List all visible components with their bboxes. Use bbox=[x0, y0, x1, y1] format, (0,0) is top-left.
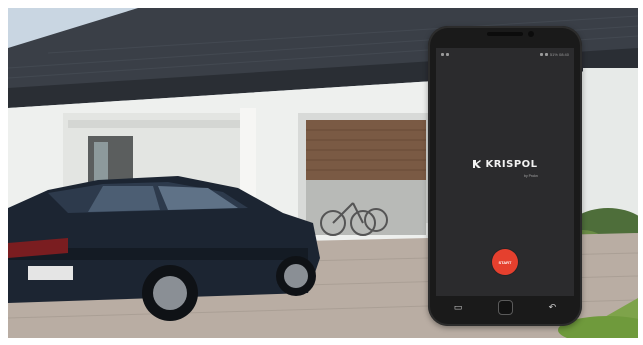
status-bar-right: 51% 08:40 bbox=[539, 51, 569, 57]
brand-subtitle: by Prokn bbox=[524, 174, 538, 178]
status-time: 51% 08:40 bbox=[549, 51, 569, 57]
front-camera bbox=[528, 31, 534, 37]
battery-icon bbox=[544, 52, 548, 56]
android-nav-bar: ▭ ↶ bbox=[436, 296, 574, 318]
krispol-logo-icon bbox=[473, 160, 482, 168]
notification-icon bbox=[441, 52, 444, 56]
speaker-grille bbox=[487, 32, 523, 36]
start-button[interactable]: START bbox=[492, 249, 518, 275]
recents-icon[interactable]: ▭ bbox=[454, 302, 463, 312]
brand-logo: KRISPOL bbox=[436, 156, 574, 174]
home-button[interactable] bbox=[497, 299, 513, 315]
brand-name: KRISPOL bbox=[485, 158, 538, 170]
status-bar-left bbox=[441, 52, 449, 56]
notification-icon bbox=[446, 52, 449, 56]
app-screen: 51% 08:40 KRISPOL by Prokn START bbox=[436, 48, 574, 296]
signal-icon bbox=[539, 52, 543, 56]
back-icon[interactable]: ↶ bbox=[549, 302, 557, 312]
status-bar: 51% 08:40 bbox=[436, 48, 574, 60]
background-photo: 51% 08:40 KRISPOL by Prokn START ▭ ↶ bbox=[8, 8, 638, 338]
smartphone: 51% 08:40 KRISPOL by Prokn START ▭ ↶ bbox=[428, 26, 582, 326]
